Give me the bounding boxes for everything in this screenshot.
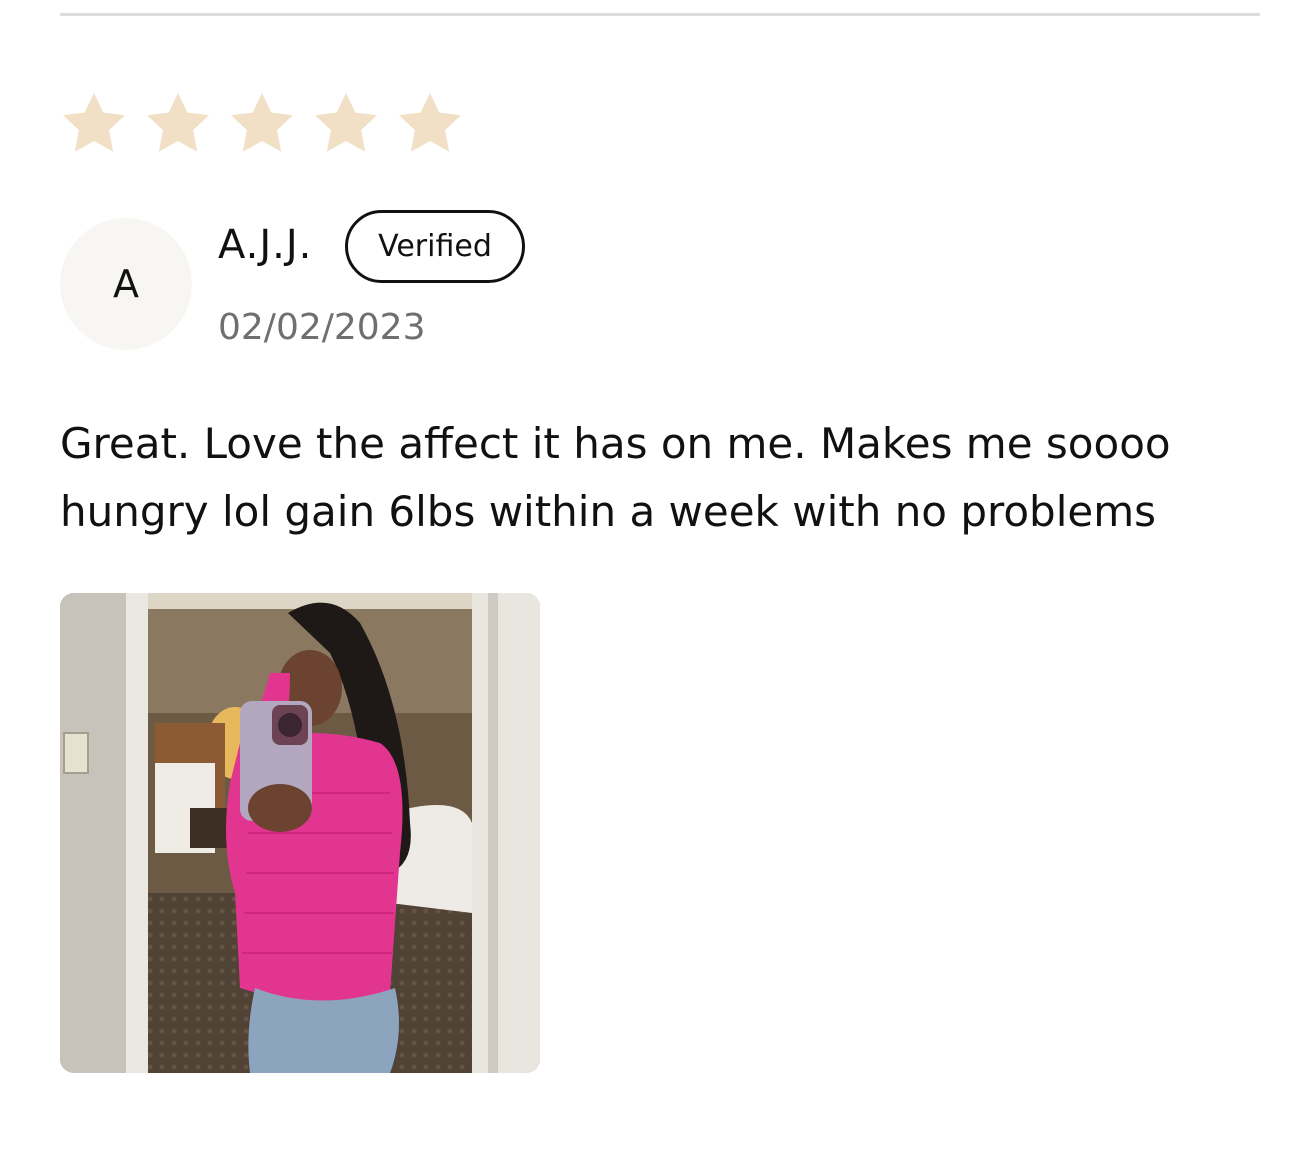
avatar-initial: A — [113, 262, 139, 306]
divider — [60, 13, 1260, 16]
avatar: A — [60, 218, 192, 350]
review-photo-image — [60, 593, 540, 1073]
review-card: A A.J.J. Verified 02/02/2023 Great. Love… — [0, 0, 1290, 1170]
star-icon — [58, 88, 130, 160]
review-date: 02/02/2023 — [218, 307, 426, 348]
review-body: Great. Love the affect it has on me. Mak… — [60, 419, 1171, 536]
reviewer-name: A.J.J. — [218, 222, 313, 268]
star-icon — [142, 88, 214, 160]
star-icon — [310, 88, 382, 160]
star-icon — [226, 88, 298, 160]
verified-badge: Verified — [345, 210, 525, 283]
star-icon — [394, 88, 466, 160]
review-photo[interactable] — [60, 593, 540, 1073]
star-rating — [58, 88, 466, 160]
verified-label: Verified — [378, 229, 492, 264]
